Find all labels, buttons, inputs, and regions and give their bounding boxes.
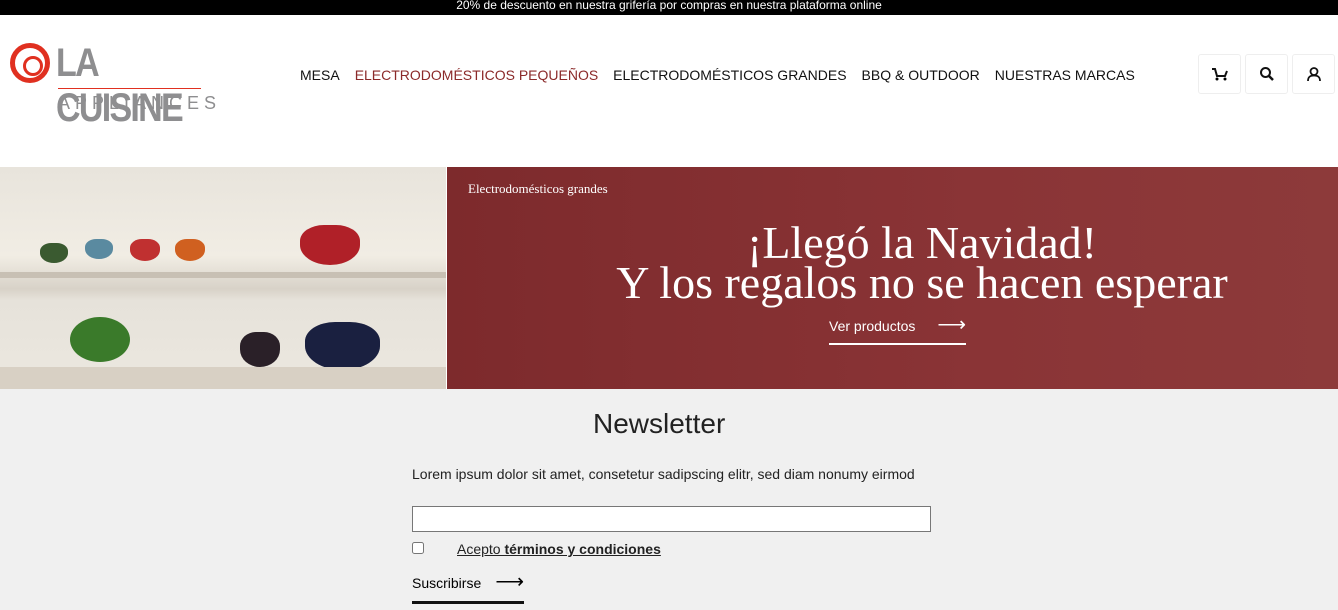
logo[interactable]: LA CUISINE APPLIANCES bbox=[8, 41, 216, 130]
header: LA CUISINE APPLIANCES MESA ELECTRODOMÉST… bbox=[0, 15, 1338, 167]
newsletter-desc: Lorem ipsum dolor sit amet, consetetur s… bbox=[412, 466, 915, 482]
newsletter-title: Newsletter bbox=[593, 408, 726, 439]
logo-sub: APPLIANCES bbox=[58, 93, 222, 113]
logo-icon bbox=[10, 43, 50, 83]
promo-banner: 20% de descuento en nuestra grifería por… bbox=[0, 0, 1338, 15]
logo-divider bbox=[58, 88, 201, 89]
hero-category[interactable]: Electrodomésticos grandes bbox=[468, 181, 608, 197]
header-actions bbox=[1198, 54, 1335, 94]
main-nav: MESA ELECTRODOMÉSTICOS PEQUEÑOS ELECTROD… bbox=[300, 67, 1135, 83]
user-icon bbox=[1306, 67, 1321, 82]
newsletter-section: Newsletter Lorem ipsum dolor sit amet, c… bbox=[0, 389, 1338, 610]
terms-link[interactable]: Acepto términos y condiciones bbox=[457, 541, 661, 557]
arrow-right-icon: ⟶ bbox=[495, 571, 524, 593]
search-icon bbox=[1259, 67, 1274, 81]
subscribe-button[interactable]: Suscribirse ⟶ bbox=[412, 571, 524, 604]
hero-title-line2: Y los regalos no se hacen esperar bbox=[616, 257, 1228, 308]
nav-mesa[interactable]: MESA bbox=[300, 67, 340, 83]
see-products-link[interactable]: Ver productos ⟶ bbox=[829, 314, 966, 345]
arrow-right-icon: ⟶ bbox=[937, 314, 966, 336]
logo-name: LA CUISINE bbox=[56, 41, 184, 130]
account-button[interactable] bbox=[1292, 54, 1335, 94]
cart-button[interactable] bbox=[1198, 54, 1241, 94]
nav-electro-pequenos[interactable]: ELECTRODOMÉSTICOS PEQUEÑOS bbox=[355, 67, 598, 83]
cta-label: Ver productos bbox=[829, 318, 916, 334]
hero-image bbox=[0, 167, 446, 389]
hero-banner: Electrodomésticos grandes ¡Llegó la Navi… bbox=[447, 167, 1338, 389]
nav-marcas[interactable]: NUESTRAS MARCAS bbox=[995, 67, 1135, 83]
hero-title: ¡Llegó la Navidad! Y los regalos no se ha… bbox=[447, 220, 1338, 306]
subscribe-label: Suscribirse bbox=[412, 575, 482, 591]
search-button[interactable] bbox=[1245, 54, 1288, 94]
nav-electro-grandes[interactable]: ELECTRODOMÉSTICOS GRANDES bbox=[613, 67, 846, 83]
terms-prefix: Acepto bbox=[457, 541, 505, 557]
terms-checkbox[interactable] bbox=[412, 542, 424, 554]
cart-icon bbox=[1211, 68, 1228, 81]
email-input[interactable] bbox=[412, 506, 931, 532]
terms-bold: términos y condiciones bbox=[504, 541, 661, 557]
nav-bbq[interactable]: BBQ & OUTDOOR bbox=[862, 67, 980, 83]
